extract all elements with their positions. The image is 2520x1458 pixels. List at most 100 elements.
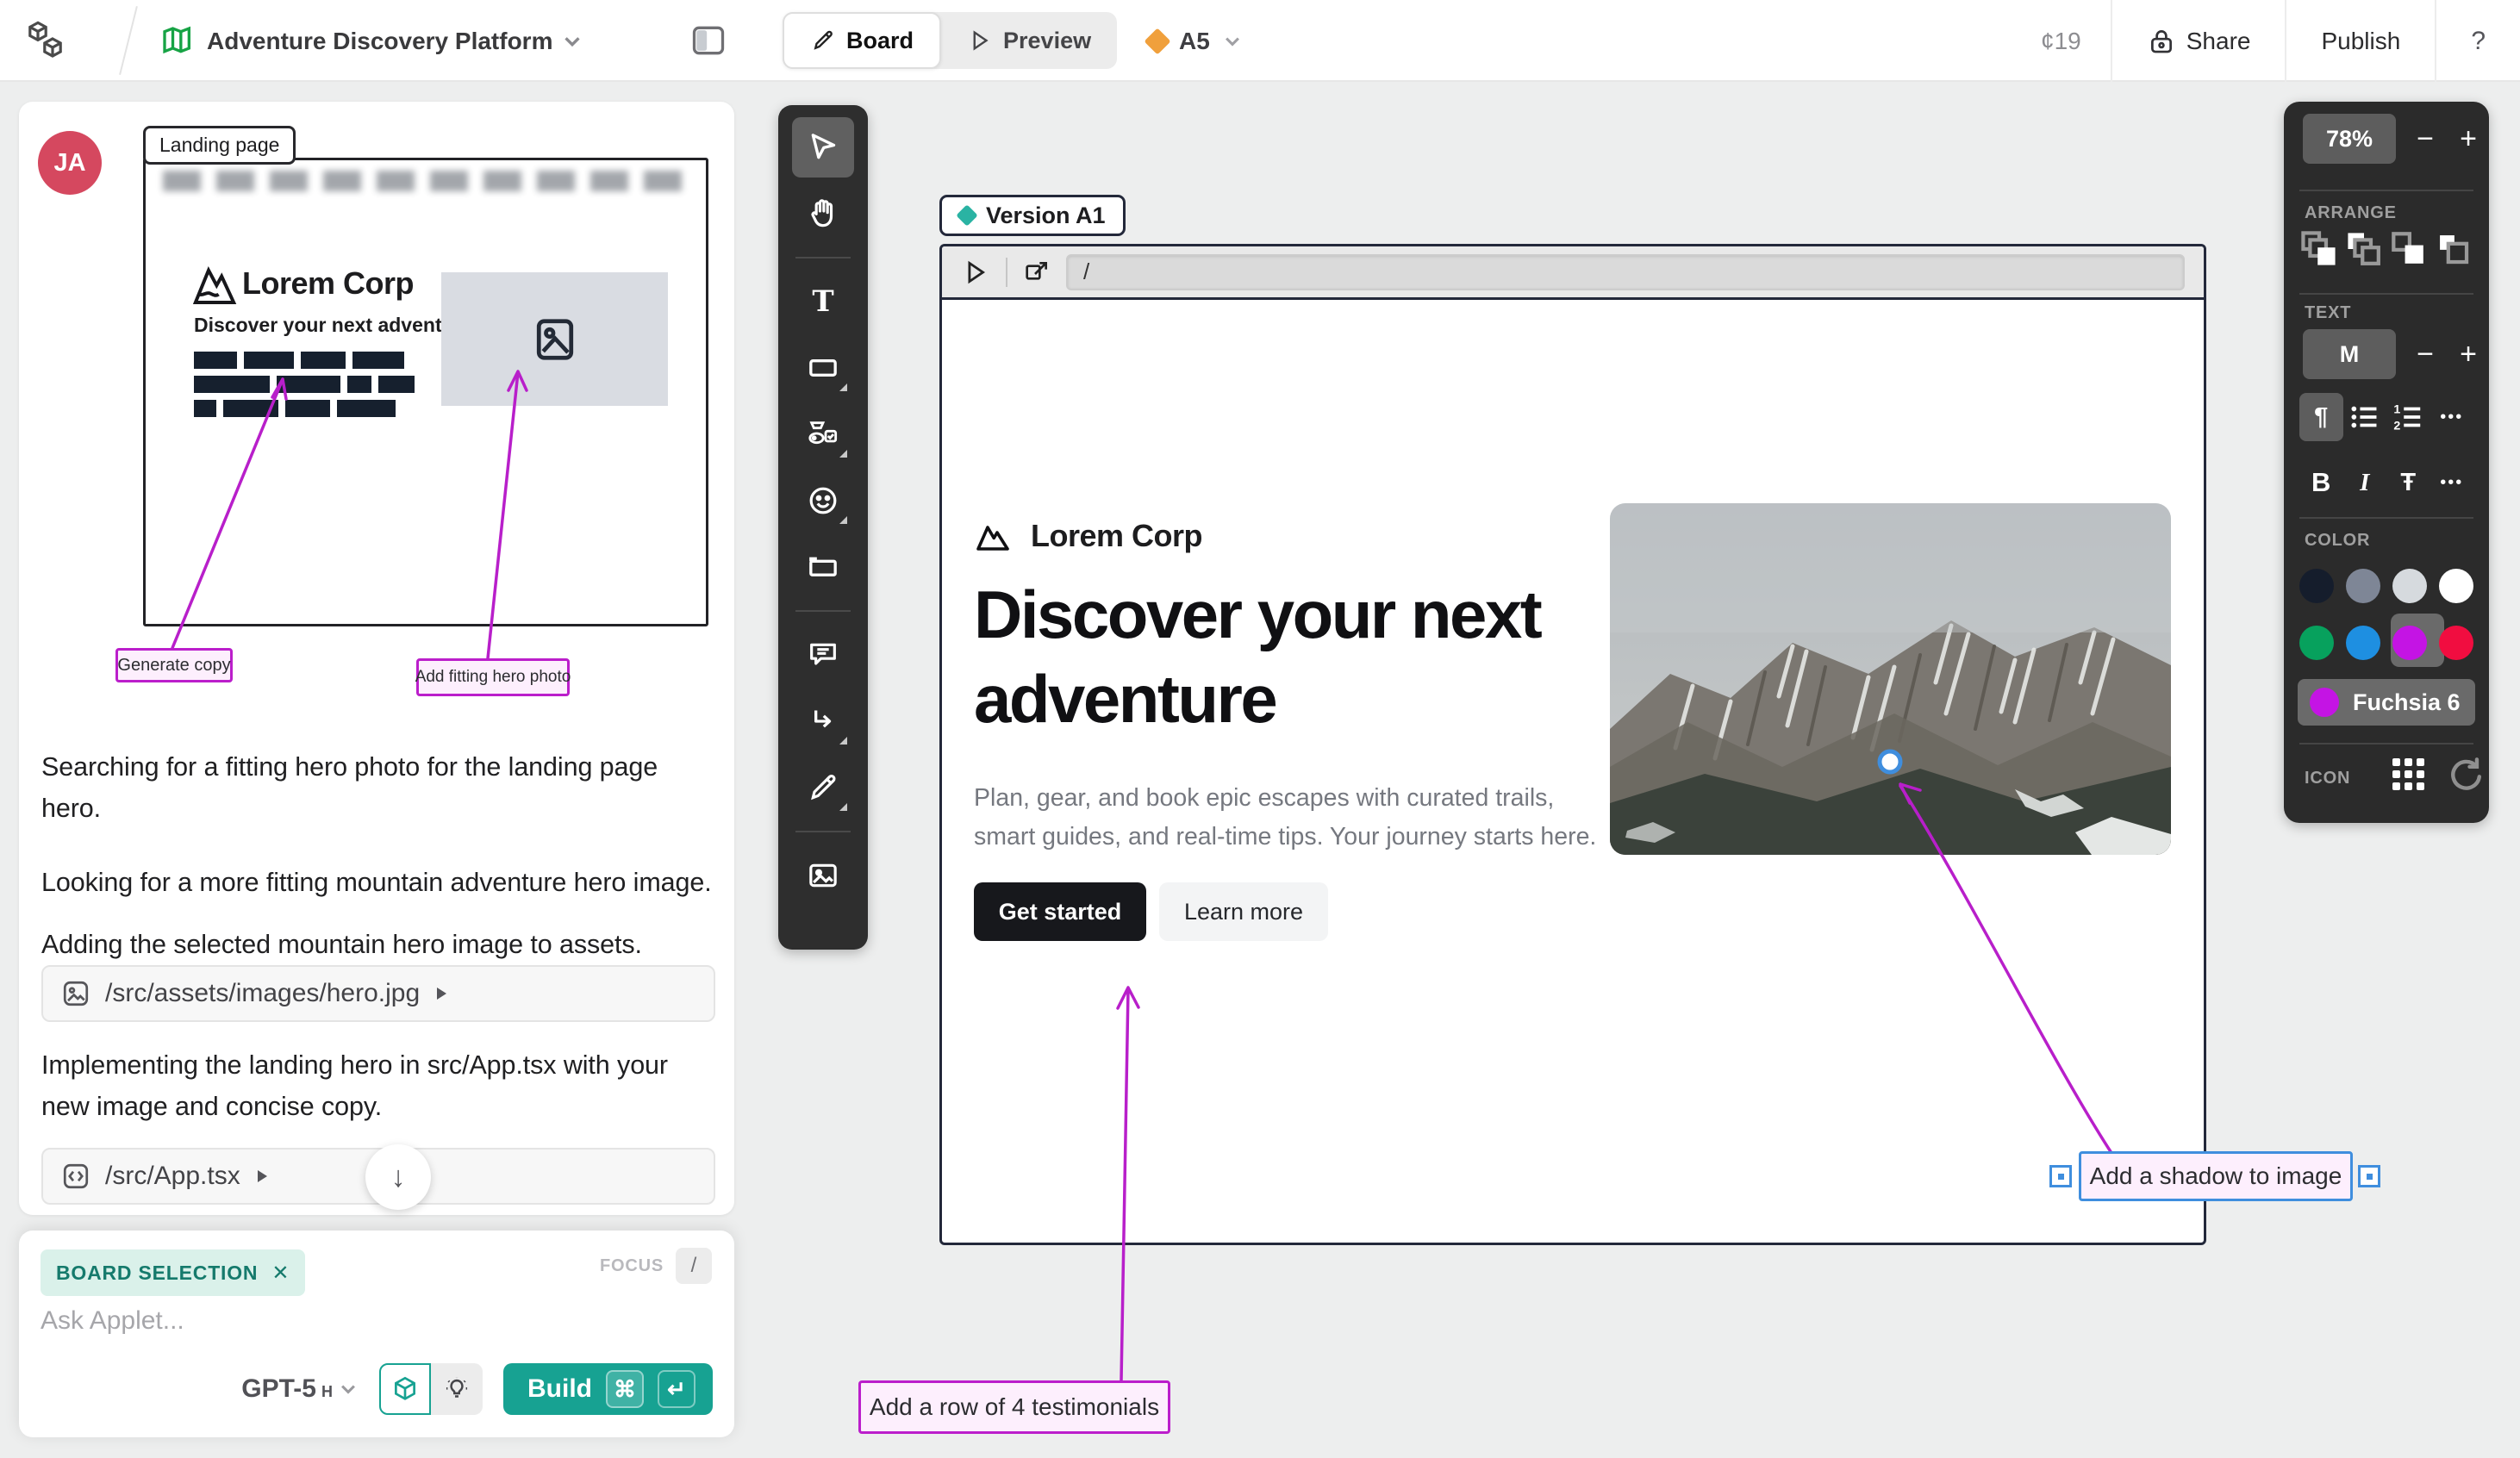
swatch-red[interactable] [2439,626,2473,660]
icon-grid-button[interactable] [2392,758,2424,790]
text-size-decrease[interactable]: − [2406,329,2444,379]
pencil-icon [810,28,836,53]
tab-preview[interactable]: Preview [941,12,1117,69]
scroll-to-bottom-button[interactable]: ↓ [365,1144,431,1210]
build-button[interactable]: Build ⌘ ↵ [503,1363,713,1415]
strikethrough-button[interactable]: Ŧ [2386,458,2430,507]
numbered-list-button[interactable]: 1 2 [2386,393,2430,441]
get-started-button[interactable]: Get started [974,882,1146,941]
paragraph-controls: ¶ 1 2 ••• [2299,393,2473,441]
publish-label: Publish [2321,28,2400,55]
share-button[interactable]: Share [2112,0,2286,82]
project-switcher[interactable]: Adventure Discovery Platform [160,0,583,82]
publish-button[interactable]: Publish [2286,0,2435,82]
board-selection-chip[interactable]: BOARD SELECTION ✕ [41,1249,305,1296]
rectangle-icon [806,351,840,385]
tool-emoji[interactable] [792,470,854,531]
open-external-icon[interactable] [1023,259,1051,286]
swatch-slate[interactable] [2346,569,2380,603]
learn-more-button[interactable]: Learn more [1159,882,1328,941]
text-size-increase[interactable]: + [2449,329,2487,379]
help-button[interactable]: ? [2436,27,2520,56]
tool-rectangle[interactable] [792,338,854,398]
version-badge[interactable]: Version A1 [939,195,1126,236]
text-section-label: TEXT [2305,303,2351,323]
comment-icon [806,638,840,672]
preview-window-toolbar: / [942,246,2204,300]
file-chip-hero-jpg[interactable]: /src/assets/images/hero.jpg [41,965,715,1022]
text-size-button[interactable]: M [2303,329,2396,379]
paragraph-button[interactable]: ¶ [2299,393,2343,441]
frame-icon [806,550,840,584]
divider [2299,293,2473,295]
hand-icon [806,196,840,231]
tool-comment[interactable] [792,625,854,685]
send-to-back-icon[interactable] [2434,229,2473,269]
ideate-mode-button[interactable] [431,1363,483,1415]
annotation-fitting-photo[interactable]: Add fitting hero photo [416,658,570,696]
swatch-fuchsia[interactable] [2392,626,2427,660]
bring-forward-icon[interactable] [2299,229,2339,269]
annotation-generate-copy[interactable]: Generate copy [115,648,233,682]
assistant-message: Implementing the landing hero in src/App… [41,1044,719,1127]
more-style-options[interactable]: ••• [2430,458,2474,507]
swatch-navy[interactable] [2299,569,2334,603]
selection-handle-left[interactable] [2049,1165,2072,1187]
send-backward-icon[interactable] [2389,229,2429,269]
app-logo[interactable] [24,0,69,82]
tool-frame[interactable] [792,537,854,597]
mountain-sketch-icon [190,262,239,307]
swatch-green[interactable] [2299,626,2334,660]
tab-board[interactable]: Board [783,12,941,69]
color-row-2 [2299,626,2473,660]
run-icon[interactable] [961,258,990,287]
swatch-blue[interactable] [2346,626,2380,660]
branch-selector[interactable]: A5 [1148,0,1243,82]
cube-icon [390,1374,420,1404]
tool-pencil[interactable] [792,757,854,818]
assistant-message: Adding the selected mountain hero image … [41,924,719,965]
more-paragraph-options[interactable]: ••• [2430,393,2474,441]
toggle-sidebar-button[interactable] [689,22,727,59]
zoom-in-button[interactable]: + [2449,114,2487,164]
refresh-icon[interactable] [2444,755,2484,794]
chevron-down-icon [561,30,583,53]
close-icon[interactable]: ✕ [271,1261,290,1286]
build-mode-button[interactable] [379,1363,431,1415]
selected-color-chip[interactable]: Fuchsia 6 [2298,679,2475,726]
toolbar-divider [795,257,851,259]
enter-key-icon: ↵ [658,1370,695,1408]
italic-button[interactable]: I [2343,458,2387,507]
cubes-logo-icon [24,19,69,64]
model-selector[interactable]: GPT-5H [241,1374,359,1404]
canvas-toolbar: T [778,105,868,950]
tool-select[interactable] [792,117,854,178]
inspector-panel: 78% − + ARRANGE TEXT M − + ¶ [2284,102,2489,823]
bullet-list-button[interactable] [2343,393,2387,441]
composer-input[interactable]: Ask Applet... [41,1306,704,1336]
swatch-lightgray[interactable] [2392,569,2427,603]
annotation-testimonials[interactable]: Add a row of 4 testimonials [858,1380,1170,1434]
url-bar[interactable]: / [1066,254,2185,290]
bold-button[interactable]: B [2299,458,2343,507]
cursor-icon [806,130,840,165]
panel-toggle-icon [689,22,727,59]
lock-icon [2147,27,2176,56]
zoom-out-button[interactable]: − [2406,114,2444,164]
tool-image[interactable] [792,845,854,906]
tool-components[interactable] [792,404,854,464]
zoom-level[interactable]: 78% [2303,114,2396,164]
tool-hand[interactable] [792,184,854,244]
bring-to-front-icon[interactable] [2344,229,2384,269]
credits-counter[interactable]: ¢19 [2012,28,2111,55]
tool-text[interactable]: T [792,271,854,332]
annotation-shadow[interactable]: Add a shadow to image [2079,1151,2353,1201]
tool-connector[interactable] [792,691,854,751]
image-file-icon [60,978,91,1009]
text-tool-icon: T [812,284,833,319]
build-label: Build [527,1374,592,1404]
hero-image[interactable] [1610,503,2171,855]
assistant-message: Looking for a more fitting mountain adve… [41,862,719,903]
selection-handle-right[interactable] [2358,1165,2380,1187]
swatch-white[interactable] [2439,569,2473,603]
